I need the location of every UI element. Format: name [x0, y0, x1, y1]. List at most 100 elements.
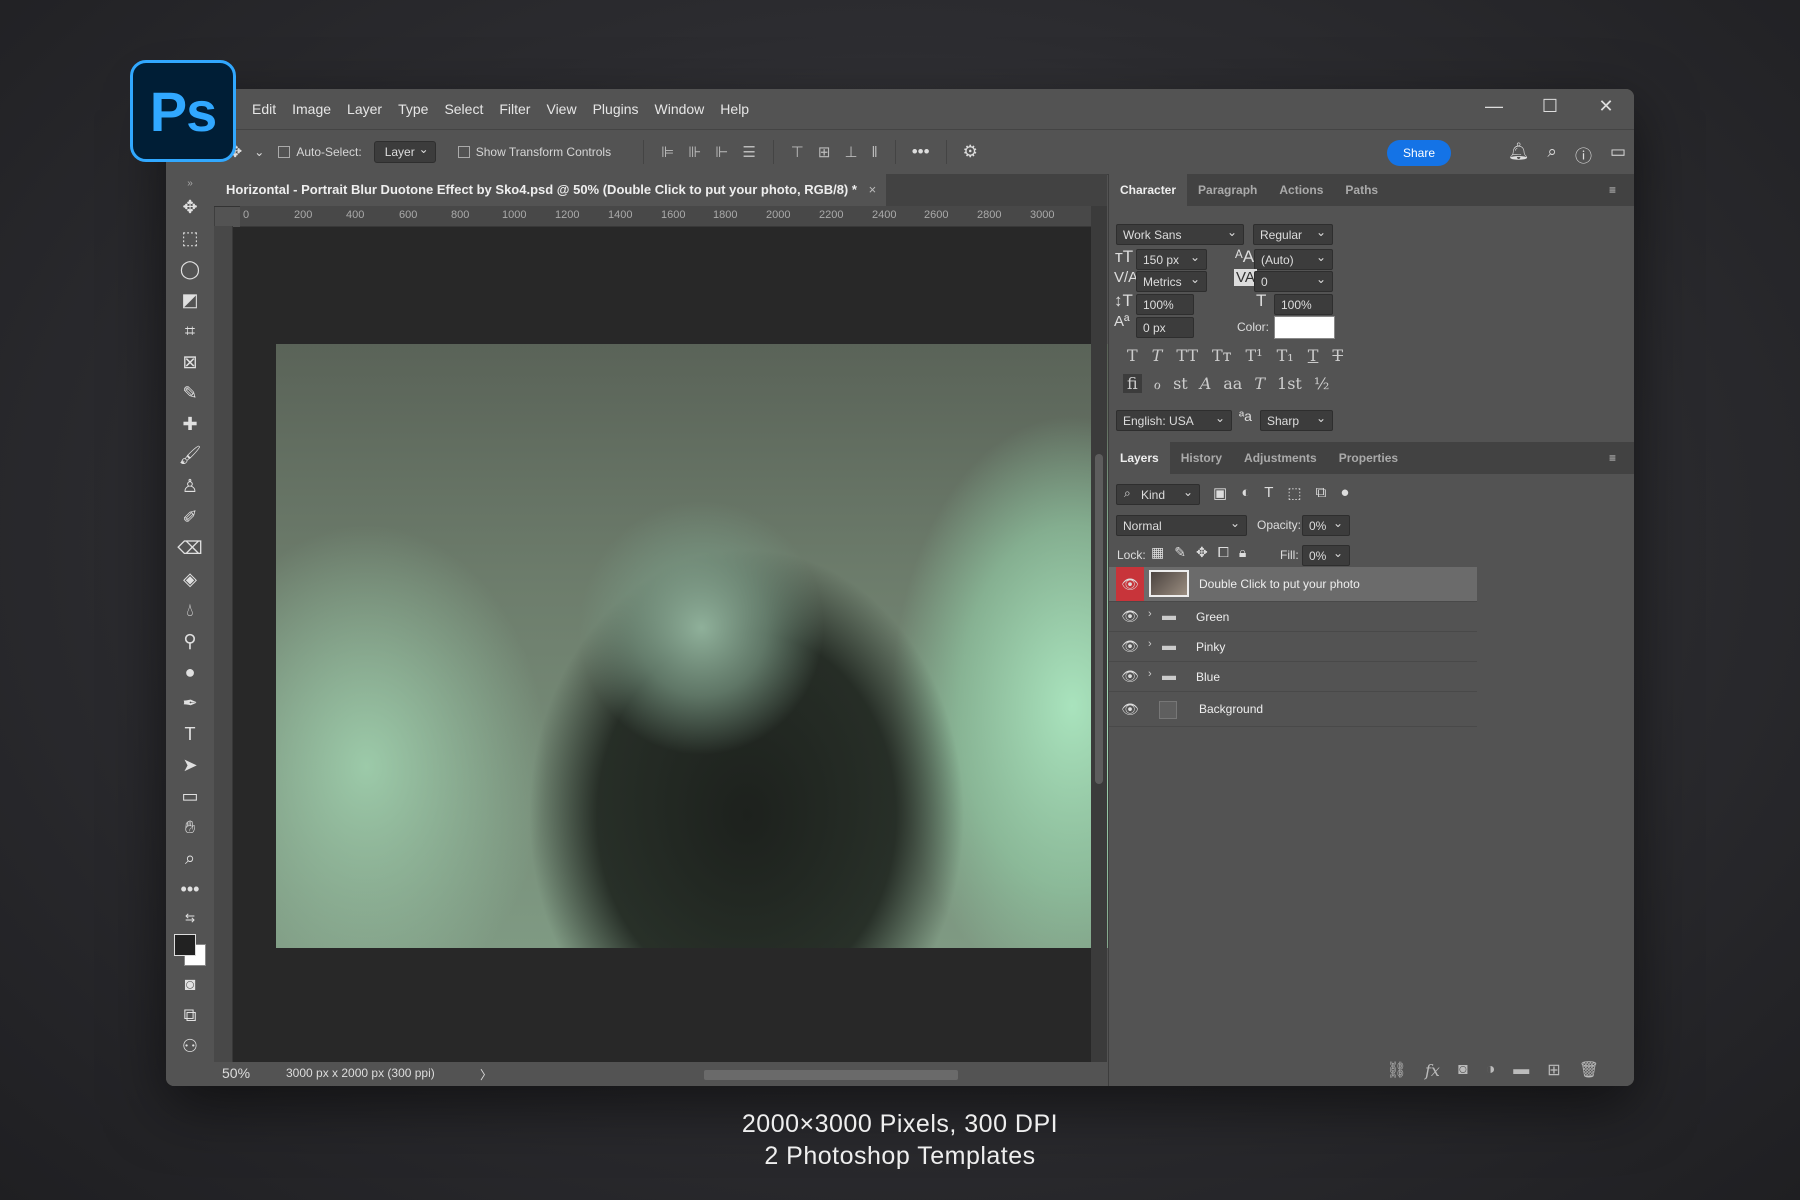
leading-field[interactable]: (Auto) [1254, 249, 1333, 270]
more-options-icon[interactable]: ••• [912, 142, 930, 162]
help-icon[interactable]: ⓘ [1575, 142, 1592, 167]
lock-all-icon[interactable]: 🔒︎ [1239, 544, 1246, 561]
kerning-field[interactable]: Metrics [1136, 271, 1207, 292]
panel-menu-icon[interactable]: ≡ [1598, 174, 1627, 206]
close-tab-icon[interactable]: × [869, 182, 877, 197]
healing-brush-tool-icon[interactable]: ✚ [166, 409, 214, 440]
transform-controls-checkbox[interactable] [457, 146, 470, 158]
tool-preset-chevron-icon[interactable]: ⌄ [254, 145, 264, 159]
subscript-button[interactable]: T₁ [1277, 346, 1294, 365]
ordinals-button[interactable]: 1st [1277, 374, 1302, 393]
hand-tool-icon[interactable]: ✋︎ [166, 812, 214, 843]
ligatures-button[interactable]: fi [1123, 374, 1142, 393]
font-size-field[interactable]: 150 px [1136, 249, 1207, 270]
tab-adjustments[interactable]: Adjustments [1233, 442, 1328, 474]
tab-history[interactable]: History [1170, 442, 1233, 474]
antialias-dropdown[interactable]: Sharp [1260, 410, 1333, 431]
swash-button[interactable]: A [1200, 374, 1212, 393]
object-selection-tool-icon[interactable]: ◩ [166, 285, 214, 316]
status-arrow-icon[interactable]: 〉 [480, 1066, 492, 1083]
menu-select[interactable]: Select [436, 101, 491, 117]
new-group-icon[interactable]: ▬ [1513, 1061, 1529, 1079]
layer-row[interactable]: 👁︎ › ▬ Blue [1109, 662, 1477, 692]
menu-view[interactable]: View [538, 101, 584, 117]
scroll-thumb[interactable] [704, 1070, 958, 1080]
pixel-filter-icon[interactable]: ▣ [1213, 484, 1227, 502]
burn-tool-icon[interactable]: ● [166, 657, 214, 688]
menu-type[interactable]: Type [390, 101, 436, 117]
tab-layers[interactable]: Layers [1109, 442, 1170, 474]
fractions-button[interactable]: ½ [1314, 374, 1330, 393]
vertical-scale-field[interactable]: 100% [1136, 294, 1194, 315]
smart-object-filter-icon[interactable]: ⧉ [1316, 484, 1327, 502]
faux-bold-button[interactable]: T [1127, 346, 1138, 365]
close-button[interactable]: ✕ [1578, 89, 1634, 129]
lock-image-icon[interactable]: ✎ [1174, 544, 1186, 561]
adjustment-layer-icon[interactable]: ◑ [1486, 1061, 1496, 1079]
paint-bucket-tool-icon[interactable]: ◈ [166, 564, 214, 595]
align-top-icon[interactable]: ⊤ [791, 143, 804, 161]
baseline-shift-field[interactable]: 0 px [1136, 317, 1194, 338]
shape-filter-icon[interactable]: ⬚ [1287, 484, 1301, 502]
add-mask-icon[interactable]: ◙ [1458, 1061, 1468, 1079]
maximize-button[interactable]: ☐ [1522, 89, 1578, 129]
adjustment-filter-icon[interactable]: ◐ [1241, 484, 1250, 502]
eye-icon[interactable]: 👁︎ [1116, 602, 1144, 631]
zoom-level[interactable]: 50% [222, 1065, 250, 1081]
rectangle-tool-icon[interactable]: ▭ [166, 781, 214, 812]
tab-properties[interactable]: Properties [1328, 442, 1409, 474]
strikethrough-button[interactable]: T [1332, 346, 1343, 365]
eye-icon[interactable]: 👁︎ [1116, 662, 1144, 691]
eye-icon[interactable]: 👁︎ [1116, 567, 1144, 601]
eye-icon[interactable]: 👁︎ [1116, 692, 1144, 726]
tab-actions[interactable]: Actions [1268, 174, 1334, 206]
stylistic-alternates-button[interactable]: st [1173, 374, 1188, 393]
frame-tool-icon[interactable]: ⊠ [166, 347, 214, 378]
expand-chevron-icon[interactable]: › [1148, 638, 1152, 650]
quick-mask-icon[interactable]: ◙ [166, 969, 214, 1000]
screen-mode-icon[interactable]: ⧉ [166, 1000, 214, 1031]
foreground-background-colors[interactable] [174, 934, 206, 966]
layer-row[interactable]: 👁︎ › ▬ Pinky [1109, 632, 1477, 662]
titling-alternates-button[interactable]: aa [1223, 374, 1242, 393]
path-selection-tool-icon[interactable]: ➤ [166, 750, 214, 781]
scroll-thumb[interactable] [1095, 454, 1103, 784]
document-tab[interactable]: Horizontal - Portrait Blur Duotone Effec… [214, 174, 887, 206]
menu-help[interactable]: Help [712, 101, 757, 117]
layer-row[interactable]: 👁︎ Double Click to put your photo [1109, 567, 1477, 602]
small-caps-button[interactable]: Tт [1212, 346, 1232, 365]
expand-chevron-icon[interactable]: › [1148, 608, 1152, 620]
layer-row[interactable]: 👁︎ Background [1109, 692, 1477, 727]
type-filter-icon[interactable]: T [1264, 484, 1273, 502]
trash-icon[interactable]: 🗑︎ [1579, 1060, 1599, 1080]
menu-image[interactable]: Image [284, 101, 339, 117]
layers-menu-icon[interactable]: ≡ [1598, 442, 1627, 474]
move-tool-icon[interactable]: ✥ [166, 192, 214, 223]
font-family-dropdown[interactable]: Work Sans [1116, 224, 1244, 245]
expand-toolbar-icon[interactable]: » [166, 174, 214, 192]
opacity-field[interactable]: 0% [1302, 515, 1350, 536]
clone-stamp-tool-icon[interactable]: ♙ [166, 471, 214, 502]
gear-icon[interactable]: ⚙ [963, 142, 978, 162]
lock-transparent-icon[interactable]: ▦ [1151, 544, 1164, 561]
document-canvas-photo[interactable] [276, 344, 1181, 948]
new-layer-icon[interactable]: ⊞ [1547, 1060, 1560, 1080]
expand-chevron-icon[interactable]: › [1148, 668, 1152, 680]
align-middle-icon[interactable]: ⊞ [818, 143, 831, 161]
tab-paths[interactable]: Paths [1334, 174, 1389, 206]
brush-tool-icon[interactable]: 🖌︎ [166, 440, 214, 471]
color-swatches[interactable] [166, 931, 214, 969]
superscript-button[interactable]: T¹ [1246, 346, 1263, 365]
distribute-vertical-icon[interactable]: ‖ [872, 144, 878, 161]
crop-tool-icon[interactable]: ⌗ [166, 316, 214, 347]
font-style-dropdown[interactable]: Regular [1253, 224, 1333, 245]
share-button[interactable]: Share [1386, 140, 1451, 166]
pen-tool-icon[interactable]: ✒ [166, 688, 214, 719]
align-bottom-icon[interactable]: ⊥ [844, 143, 857, 161]
search-icon[interactable]: ⌕ [1547, 142, 1557, 167]
history-brush-tool-icon[interactable]: ✐ [166, 502, 214, 533]
blend-mode-dropdown[interactable]: Normal [1116, 515, 1247, 536]
fx-icon[interactable]: fx [1425, 1061, 1440, 1080]
lasso-tool-icon[interactable]: ◯ [166, 254, 214, 285]
menu-layer[interactable]: Layer [339, 101, 390, 117]
